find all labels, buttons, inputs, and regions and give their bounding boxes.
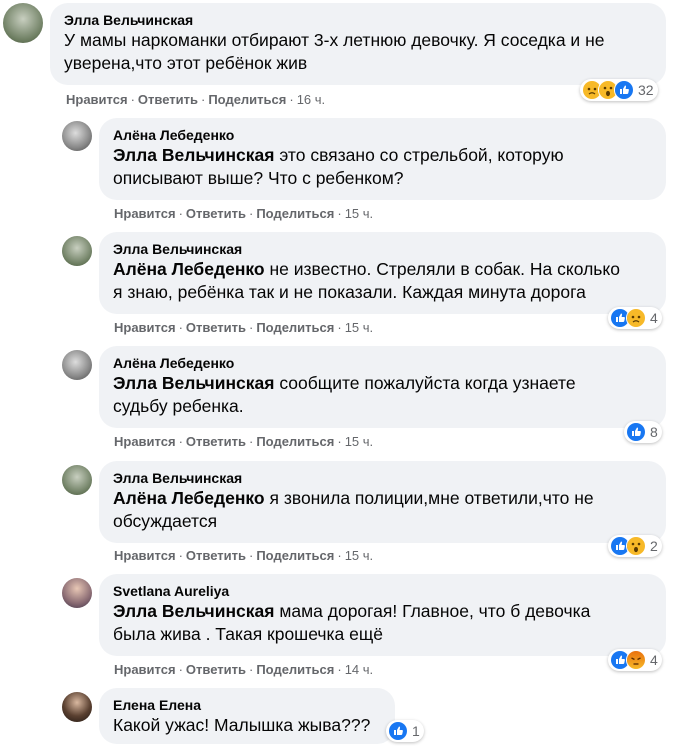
angry-reaction-icon: [626, 650, 646, 670]
comment-author[interactable]: Алёна Лебеденко: [113, 126, 652, 144]
reactions-summary[interactable]: 4: [608, 307, 662, 329]
avatar[interactable]: [62, 236, 92, 266]
reactions-summary[interactable]: 2: [608, 535, 662, 557]
share-button[interactable]: Поделиться: [208, 92, 286, 107]
sad-reaction-icon: [626, 308, 646, 328]
comment-bubble: Алёна Лебеденко Элла Вельчинская сообщит…: [99, 346, 666, 428]
comment-bubble: Элла Вельчинская У мамы наркоманки отбир…: [50, 3, 666, 85]
comment-author[interactable]: Элла Вельчинская: [113, 469, 652, 487]
reply-button[interactable]: Ответить: [186, 662, 246, 677]
comment-actions: Нравится · Ответить · Поделиться · 15 ч.: [114, 206, 374, 221]
mention-link[interactable]: Элла Вельчинская: [113, 145, 274, 165]
comment-bubble: Алёна Лебеденко Элла Вельчинская это свя…: [99, 118, 666, 200]
comment-text: Алёна Лебеденко не известно. Стреляли в …: [113, 259, 621, 302]
comment-actions: Нравится · Ответить · Поделиться · 15 ч.: [114, 548, 374, 563]
reactions-summary[interactable]: 1: [386, 720, 424, 742]
comment-text: Алёна Лебеденко я звонила полиции,мне от…: [113, 488, 594, 531]
reactions-summary[interactable]: 4: [608, 649, 662, 671]
comment-bubble: Элла Вельчинская Алёна Лебеденко я звони…: [99, 461, 666, 543]
comment-author[interactable]: Елена Елена: [113, 696, 381, 714]
avatar[interactable]: [62, 692, 92, 722]
wow-reaction-icon: [626, 536, 646, 556]
mention-link[interactable]: Алёна Лебеденко: [113, 488, 265, 508]
reply-button[interactable]: Ответить: [186, 320, 246, 335]
like-button[interactable]: Нравится: [114, 662, 176, 677]
reaction-count: 2: [650, 538, 658, 554]
share-button[interactable]: Поделиться: [256, 206, 334, 221]
reply-button[interactable]: Ответить: [186, 548, 246, 563]
comment-text: Элла Вельчинская мама дорогая! Главное, …: [113, 601, 591, 644]
reply-button[interactable]: Ответить: [186, 434, 246, 449]
mention-link[interactable]: Алёна Лебеденко: [113, 259, 265, 279]
reaction-count: 32: [638, 82, 654, 98]
reaction-count: 1: [412, 723, 420, 739]
comment-bubble: Элла Вельчинская Алёна Лебеденко не изве…: [99, 232, 666, 314]
timestamp[interactable]: 15 ч.: [345, 320, 373, 335]
like-button[interactable]: Нравится: [114, 548, 176, 563]
avatar[interactable]: [62, 465, 92, 495]
like-button[interactable]: Нравится: [66, 92, 128, 107]
comment-bubble: Елена Елена Какой ужас! Малышка жыва???: [99, 688, 395, 744]
comment-actions: Нравится · Ответить · Поделиться · 16 ч.: [66, 92, 326, 107]
like-button[interactable]: Нравится: [114, 434, 176, 449]
reactions-summary[interactable]: 8: [624, 421, 662, 443]
comment-actions: Нравится · Ответить · Поделиться · 14 ч.: [114, 662, 374, 677]
comment-author[interactable]: Svetlana Aureliya: [113, 582, 652, 600]
timestamp[interactable]: 16 ч.: [297, 92, 325, 107]
share-button[interactable]: Поделиться: [256, 320, 334, 335]
comment-actions: Нравится · Ответить · Поделиться · 15 ч.: [114, 320, 374, 335]
comment-text: Какой ужас! Малышка жыва???: [113, 715, 371, 735]
reply-button[interactable]: Ответить: [138, 92, 198, 107]
comment-text: У мамы наркоманки отбирают 3-х летнюю де…: [64, 30, 605, 73]
mention-link[interactable]: Элла Вельчинская: [113, 601, 274, 621]
reaction-count: 4: [650, 652, 658, 668]
like-reaction-icon: [614, 80, 634, 100]
comment-text: Элла Вельчинская это связано со стрельбо…: [113, 145, 564, 188]
timestamp[interactable]: 15 ч.: [345, 206, 373, 221]
timestamp[interactable]: 14 ч.: [345, 662, 373, 677]
share-button[interactable]: Поделиться: [256, 548, 334, 563]
share-button[interactable]: Поделиться: [256, 434, 334, 449]
mention-link[interactable]: Элла Вельчинская: [113, 373, 274, 393]
comment-author[interactable]: Алёна Лебеденко: [113, 354, 652, 372]
like-reaction-icon: [388, 721, 408, 741]
reaction-count: 4: [650, 310, 658, 326]
comment-actions: Нравится · Ответить · Поделиться · 15 ч.: [114, 434, 374, 449]
timestamp[interactable]: 15 ч.: [345, 548, 373, 563]
like-button[interactable]: Нравится: [114, 320, 176, 335]
like-reaction-icon: [626, 422, 646, 442]
like-button[interactable]: Нравится: [114, 206, 176, 221]
comment-bubble: Svetlana Aureliya Элла Вельчинская мама …: [99, 574, 666, 656]
avatar[interactable]: [62, 121, 92, 151]
comment-author[interactable]: Элла Вельчинская: [113, 240, 652, 258]
avatar[interactable]: [3, 3, 43, 43]
comment-author[interactable]: Элла Вельчинская: [64, 11, 652, 29]
reply-button[interactable]: Ответить: [186, 206, 246, 221]
comment-text: Элла Вельчинская сообщите пожалуйста ког…: [113, 373, 576, 416]
share-button[interactable]: Поделиться: [256, 662, 334, 677]
avatar[interactable]: [62, 578, 92, 608]
reactions-summary[interactable]: 32: [580, 79, 658, 101]
avatar[interactable]: [62, 350, 92, 380]
reaction-count: 8: [650, 424, 658, 440]
timestamp[interactable]: 15 ч.: [345, 434, 373, 449]
